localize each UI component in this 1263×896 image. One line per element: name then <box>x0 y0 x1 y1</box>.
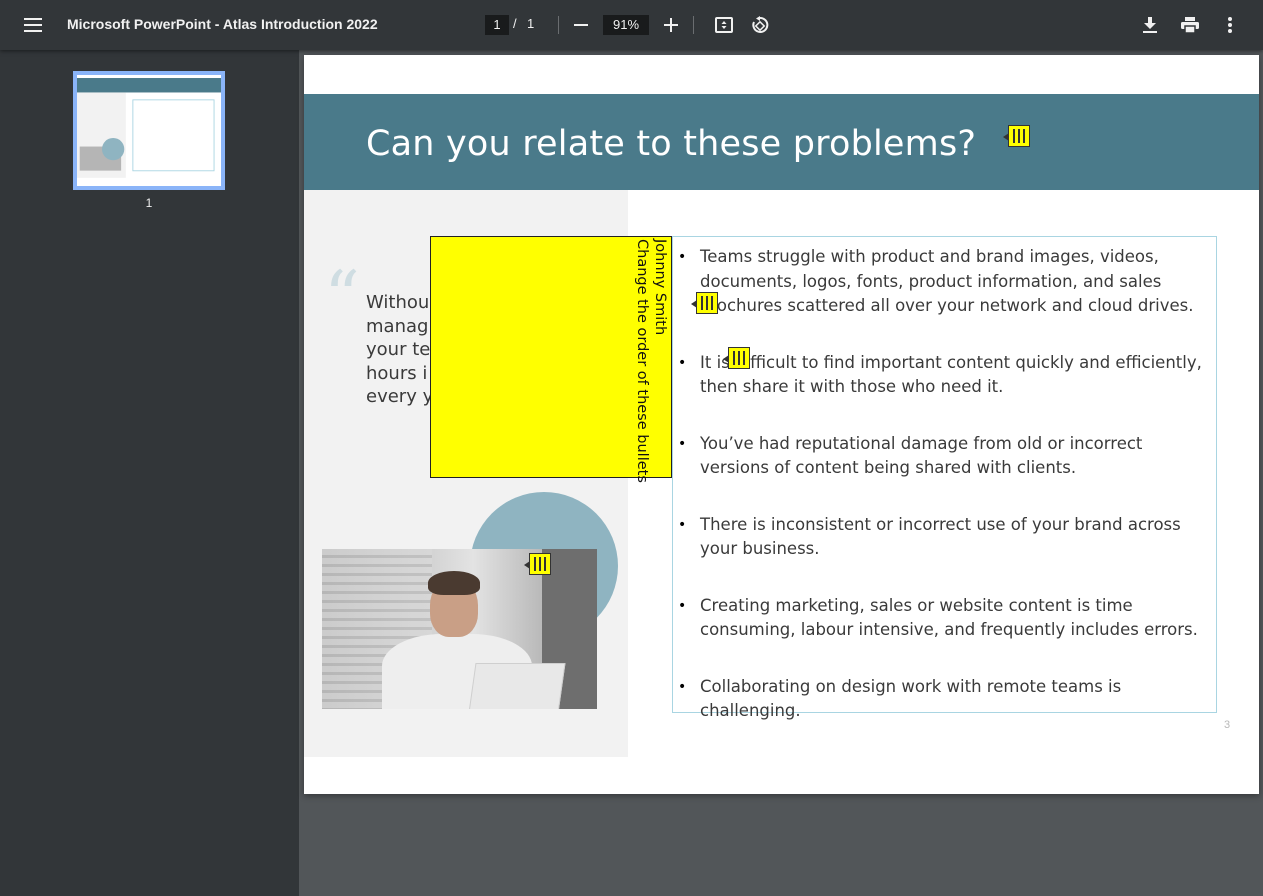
comment-note-icon[interactable] <box>723 347 750 369</box>
zoom-input[interactable]: 91% <box>603 15 649 35</box>
fit-page-icon <box>715 17 733 33</box>
pdf-toolbar: Microsoft PowerPoint - Atlas Introductio… <box>0 0 1263 50</box>
print-button[interactable] <box>1177 12 1203 38</box>
laptop <box>468 663 566 709</box>
fit-page-button[interactable] <box>711 12 737 38</box>
minus-icon <box>574 24 588 26</box>
thumb-circle <box>101 137 125 161</box>
pdf-page: Can you relate to these problems? “ With… <box>304 55 1259 794</box>
page-total: 1 <box>527 16 535 31</box>
thumb-bullets-box <box>132 99 215 172</box>
bullet-item: You’ve had reputational damage from old … <box>678 432 1212 481</box>
rotate-icon <box>752 16 769 33</box>
download-icon <box>1143 17 1157 33</box>
bullet-item: Collaborating on design work with remote… <box>678 675 1212 724</box>
zoom-out-button[interactable] <box>568 12 594 38</box>
thumbnail-preview <box>77 75 221 186</box>
comment-note-icon[interactable] <box>524 553 551 575</box>
thumb-banner <box>77 78 221 93</box>
bullet-item: Creating marketing, sales or website con… <box>678 594 1212 643</box>
more-vert-icon <box>1228 17 1232 33</box>
slide-title: Can you relate to these problems? <box>366 124 977 164</box>
comment-text: Johnny Smith Change the order of these b… <box>633 239 669 483</box>
slide-page-number: 3 <box>1224 719 1231 731</box>
bullet-item: Teams struggle with product and brand im… <box>678 245 1212 319</box>
quote-mark: “ <box>324 256 360 338</box>
document-title: Microsoft PowerPoint - Atlas Introductio… <box>67 16 378 32</box>
plus-icon <box>664 18 678 32</box>
menu-button[interactable] <box>18 10 48 40</box>
download-button[interactable] <box>1137 12 1163 38</box>
comment-author: Johnny Smith <box>652 239 668 336</box>
print-icon <box>1181 17 1199 33</box>
man-at-laptop-photo <box>322 549 597 709</box>
comment-popup[interactable]: Johnny Smith Change the order of these b… <box>430 236 672 483</box>
page-number-input[interactable]: 1 <box>485 15 509 35</box>
problem-bullet-list: Teams struggle with product and brand im… <box>678 245 1212 756</box>
document-viewer[interactable]: Can you relate to these problems? “ With… <box>299 50 1263 896</box>
bullet-item: There is inconsistent or incorrect use o… <box>678 513 1212 562</box>
comment-body: Change the order of these bullets <box>634 239 650 483</box>
thumbnail-page-number: 1 <box>145 196 153 210</box>
bullet-item: It is difficult to find important conten… <box>678 351 1212 400</box>
zoom-in-button[interactable] <box>658 12 684 38</box>
toolbar-divider <box>558 16 559 34</box>
slide-title-banner: Can you relate to these problems? <box>304 94 1259 190</box>
comment-note-icon[interactable] <box>691 292 718 314</box>
more-actions-button[interactable] <box>1217 12 1243 38</box>
rotate-button[interactable] <box>747 12 773 38</box>
page-thumbnail[interactable] <box>73 71 225 190</box>
page-separator: / <box>513 16 517 31</box>
comment-note-icon[interactable] <box>1003 125 1030 147</box>
menu-icon <box>24 18 42 32</box>
person-hair <box>428 571 480 595</box>
toolbar-divider <box>693 16 694 34</box>
thumbnail-sidebar: 1 <box>0 50 299 896</box>
